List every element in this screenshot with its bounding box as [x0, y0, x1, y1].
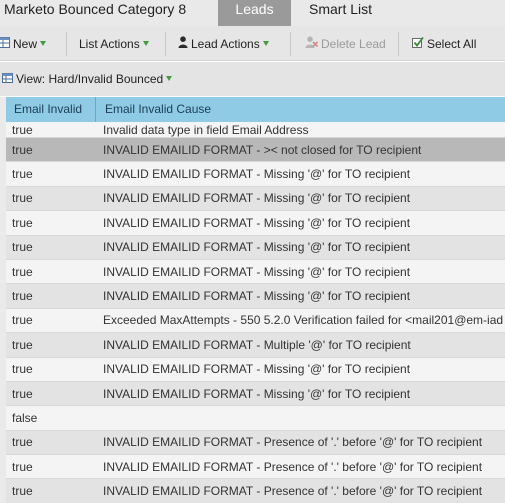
email-invalid-cell: true: [12, 435, 33, 450]
toolbar: New List Actions Lead Actions Delete Lea…: [0, 26, 505, 61]
leads-grid: Email Invalid Email Invalid Cause true In…: [0, 97, 505, 503]
email-invalid-cause-cell: INVALID EMAILID FORMAT - Missing '@' for…: [103, 264, 411, 279]
email-invalid-cause-cell: INVALID EMAILID FORMAT - Missing '@' for…: [103, 215, 411, 230]
email-invalid-cause-cell: INVALID EMAILID FORMAT - >< not closed f…: [103, 142, 422, 157]
email-invalid-cell: true: [12, 215, 33, 230]
email-invalid-cell: true: [12, 313, 33, 328]
lead-actions-label: Lead Actions: [191, 37, 260, 51]
email-invalid-cell: true: [12, 362, 33, 377]
tab-leads[interactable]: Leads: [218, 0, 291, 26]
person-icon: [178, 35, 188, 53]
table-row[interactable]: true Invalid data type in field Email Add…: [6, 122, 505, 138]
table-row[interactable]: false: [6, 406, 505, 431]
column-header-email-invalid[interactable]: Email Invalid: [6, 97, 96, 122]
email-invalid-cause-cell: INVALID EMAILID FORMAT - Presence of '.'…: [103, 459, 483, 474]
email-invalid-cell: true: [12, 264, 33, 279]
select-all-label: Select All: [427, 37, 477, 51]
email-invalid-cell: true: [12, 386, 33, 401]
grid-header: Email Invalid Email Invalid Cause: [6, 97, 505, 122]
chevron-down-icon: [142, 41, 149, 47]
email-invalid-cause-cell: INVALID EMAILID FORMAT - Missing '@' for…: [103, 362, 411, 377]
email-invalid-cell: true: [12, 122, 33, 137]
tab-smart-list[interactable]: Smart List: [291, 0, 505, 26]
lead-actions-button[interactable]: Lead Actions: [178, 35, 269, 53]
table-row[interactable]: true INVALID EMAILID FORMAT - Missing '@'…: [6, 211, 505, 236]
email-invalid-cause-cell: INVALID EMAILID FORMAT - Multiple '@' fo…: [103, 337, 411, 352]
list-actions-label: List Actions: [79, 37, 140, 51]
tab-list-title[interactable]: Marketo Bounced Category 8: [0, 0, 218, 26]
table-row[interactable]: true INVALID EMAILID FORMAT - >< not clos…: [6, 138, 505, 163]
email-invalid-cell: true: [12, 191, 33, 206]
email-invalid-cause-cell: INVALID EMAILID FORMAT - Missing '@' for…: [103, 289, 411, 304]
table-row[interactable]: true INVALID EMAILID FORMAT - Missing '@'…: [6, 162, 505, 187]
email-invalid-cause-cell: INVALID EMAILID FORMAT - Presence of '.'…: [103, 435, 483, 450]
email-invalid-cause-cell: INVALID EMAILID FORMAT - Missing '@' for…: [103, 191, 411, 206]
table-row[interactable]: true INVALID EMAILID FORMAT - Presence of…: [6, 479, 505, 503]
table-row[interactable]: true INVALID EMAILID FORMAT - Missing '@'…: [6, 259, 505, 285]
table-row[interactable]: true INVALID EMAILID FORMAT - Missing '@'…: [6, 284, 505, 309]
email-invalid-cause-cell: INVALID EMAILID FORMAT - Missing '@' for…: [103, 386, 411, 401]
email-invalid-cell: true: [12, 240, 33, 255]
table-row[interactable]: true INVALID EMAILID FORMAT - Missing '@'…: [6, 357, 505, 382]
grid-rows: true Invalid data type in field Email Add…: [6, 122, 505, 503]
table-row[interactable]: true Exceeded MaxAttempts - 550 5.2.0 Ver…: [6, 308, 505, 334]
email-invalid-cause-cell: Invalid data type in field Email Address: [103, 122, 309, 137]
chevron-down-icon: [166, 76, 173, 82]
email-invalid-cell: true: [12, 337, 33, 352]
delete-lead-label: Delete Lead: [321, 37, 386, 51]
chevron-down-icon: [262, 41, 269, 47]
toolbar-divider: [66, 32, 67, 56]
email-invalid-cause-cell: INVALID EMAILID FORMAT - Missing '@' for…: [103, 167, 411, 182]
tab-bar: Marketo Bounced Category 8 Leads Smart L…: [0, 0, 505, 26]
toolbar-divider: [165, 32, 166, 56]
email-invalid-cell: true: [12, 484, 33, 499]
list-actions-button[interactable]: List Actions: [79, 35, 149, 53]
view-label: View: Hard/Invalid Bounced: [16, 72, 164, 86]
email-invalid-cell: true: [12, 459, 33, 474]
grid-icon: [0, 35, 10, 53]
table-row[interactable]: true INVALID EMAILID FORMAT - Missing '@'…: [6, 235, 505, 260]
grid-icon: [2, 71, 13, 87]
table-row[interactable]: true INVALID EMAILID FORMAT - Presence of…: [6, 430, 505, 456]
email-invalid-cell: true: [12, 142, 33, 157]
new-button[interactable]: New: [0, 35, 47, 53]
delete-lead-button[interactable]: Delete Lead: [305, 35, 386, 53]
new-label: New: [13, 37, 38, 51]
chevron-down-icon: [40, 41, 47, 47]
toolbar-divider: [290, 32, 291, 56]
email-invalid-cell: true: [12, 289, 33, 304]
checkbox-check-icon: [412, 35, 424, 53]
column-header-email-invalid-cause[interactable]: Email Invalid Cause: [97, 97, 505, 122]
email-invalid-cause-cell: [103, 406, 505, 429]
table-row[interactable]: true INVALID EMAILID FORMAT - Presence of…: [6, 455, 505, 480]
view-bar: View: Hard/Invalid Bounced: [0, 62, 505, 96]
email-invalid-cause-cell: Exceeded MaxAttempts - 550 5.2.0 Verific…: [103, 313, 504, 328]
table-row[interactable]: true INVALID EMAILID FORMAT - Missing '@'…: [6, 381, 505, 407]
select-all-button[interactable]: Select All: [412, 35, 476, 53]
email-invalid-cell: true: [12, 167, 33, 182]
view-selector[interactable]: View: Hard/Invalid Bounced: [2, 71, 173, 87]
email-invalid-cause-cell: INVALID EMAILID FORMAT - Presence of '.'…: [103, 484, 483, 499]
table-row[interactable]: true INVALID EMAILID FORMAT - Missing '@'…: [6, 186, 505, 212]
email-invalid-cause-cell: INVALID EMAILID FORMAT - Missing '@' for…: [103, 240, 411, 255]
table-row[interactable]: true INVALID EMAILID FORMAT - Multiple '@…: [6, 333, 505, 358]
delete-person-icon: [305, 35, 319, 53]
email-invalid-cell: false: [12, 410, 38, 425]
toolbar-divider: [398, 32, 399, 56]
